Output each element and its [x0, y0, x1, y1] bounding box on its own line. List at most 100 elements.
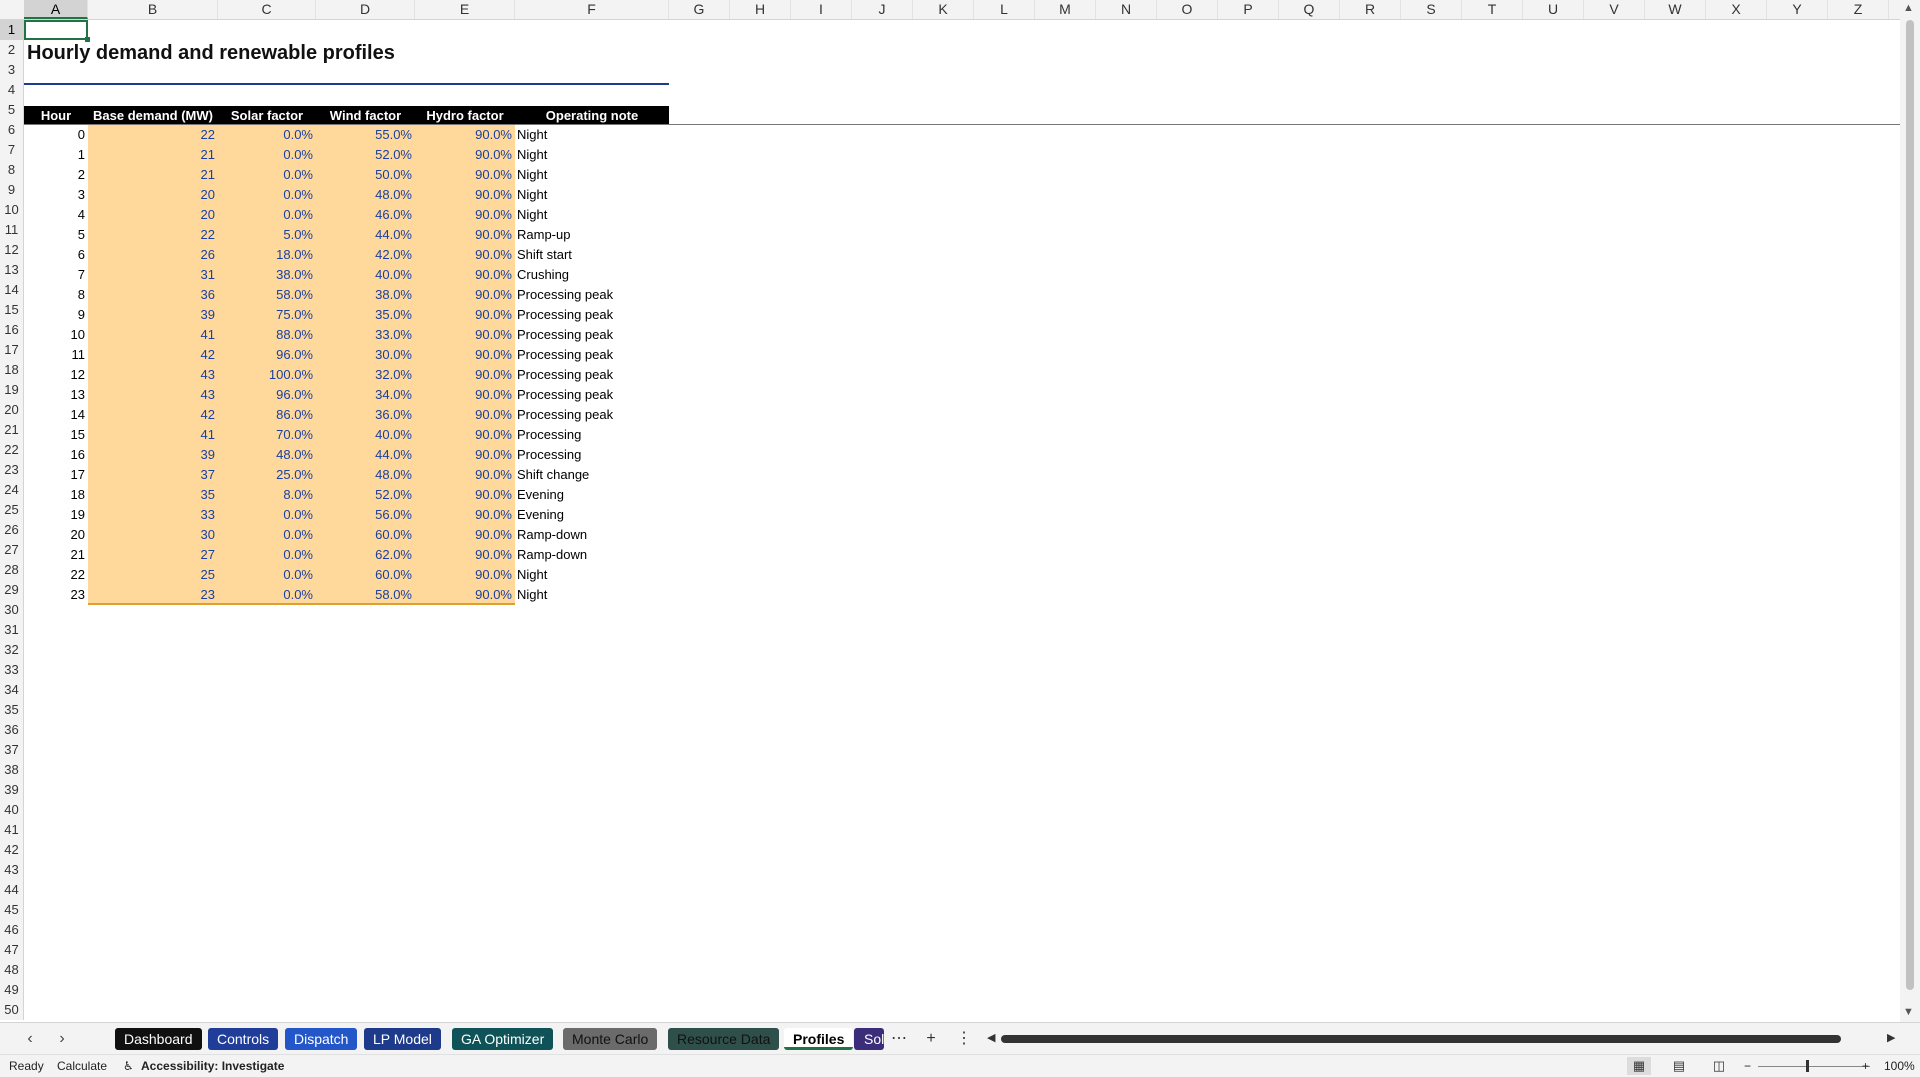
- cell-hydro[interactable]: 90.0%: [415, 565, 512, 585]
- cell-demand[interactable]: 25: [88, 565, 215, 585]
- cell-note[interactable]: Evening: [517, 505, 669, 525]
- plus-icon[interactable]: +: [920, 1028, 942, 1050]
- column-header-r[interactable]: R: [1340, 0, 1401, 19]
- cell-wind[interactable]: 44.0%: [316, 225, 412, 245]
- cell-hour[interactable]: 2: [24, 165, 85, 185]
- worksheet-grid[interactable]: Hourly demand and renewable profiles Hou…: [24, 20, 1900, 1020]
- cell-wind[interactable]: 62.0%: [316, 545, 412, 565]
- cell-solar[interactable]: 88.0%: [218, 325, 313, 345]
- row-header-44[interactable]: 44: [0, 880, 23, 900]
- column-header-m[interactable]: M: [1035, 0, 1096, 19]
- cell-hour[interactable]: 8: [24, 285, 85, 305]
- cell-solar[interactable]: 38.0%: [218, 265, 313, 285]
- cell-hydro[interactable]: 90.0%: [415, 125, 512, 145]
- cell-demand[interactable]: 36: [88, 285, 215, 305]
- row-header-29[interactable]: 29: [0, 580, 23, 600]
- cell-wind[interactable]: 36.0%: [316, 405, 412, 425]
- row-header-47[interactable]: 47: [0, 940, 23, 960]
- cell-hydro[interactable]: 90.0%: [415, 465, 512, 485]
- cell-hour[interactable]: 1: [24, 145, 85, 165]
- cell-hour[interactable]: 13: [24, 385, 85, 405]
- scroll-down-icon[interactable]: ▼: [1903, 1006, 1914, 1018]
- cell-hour[interactable]: 15: [24, 425, 85, 445]
- cell-solar[interactable]: 48.0%: [218, 445, 313, 465]
- selected-cell-a1[interactable]: [24, 20, 90, 42]
- zoom-slider[interactable]: [1758, 1066, 1870, 1067]
- column-header-d[interactable]: D: [316, 0, 415, 19]
- ellipsis-icon[interactable]: ⋯: [888, 1028, 910, 1050]
- cell-demand[interactable]: 43: [88, 385, 215, 405]
- header-wind-factor[interactable]: Wind factor: [316, 106, 415, 125]
- sheet-tab-resource-data[interactable]: Resource Data: [668, 1028, 780, 1050]
- cell-note[interactable]: Shift change: [517, 465, 669, 485]
- cell-demand[interactable]: 39: [88, 445, 215, 465]
- chevron-left-icon[interactable]: ‹: [20, 1029, 40, 1049]
- column-header-s[interactable]: S: [1401, 0, 1462, 19]
- column-header-q[interactable]: Q: [1279, 0, 1340, 19]
- cell-hydro[interactable]: 90.0%: [415, 485, 512, 505]
- cell-hour[interactable]: 9: [24, 305, 85, 325]
- row-header-50[interactable]: 50: [0, 1000, 23, 1020]
- vertical-dots-icon[interactable]: ⋮: [953, 1028, 975, 1050]
- cell-note[interactable]: Processing peak: [517, 405, 669, 425]
- row-header-27[interactable]: 27: [0, 540, 23, 560]
- cell-hydro[interactable]: 90.0%: [415, 185, 512, 205]
- row-header-36[interactable]: 36: [0, 720, 23, 740]
- cell-solar[interactable]: 100.0%: [218, 365, 313, 385]
- row-header-6[interactable]: 6: [0, 120, 23, 140]
- cell-note[interactable]: Evening: [517, 485, 669, 505]
- vertical-scrollbar[interactable]: ▲ ▼: [1900, 0, 1920, 1022]
- column-header-f[interactable]: F: [515, 0, 669, 19]
- row-header-35[interactable]: 35: [0, 700, 23, 720]
- column-header-i[interactable]: I: [791, 0, 852, 19]
- row-header-26[interactable]: 26: [0, 520, 23, 540]
- column-header-o[interactable]: O: [1157, 0, 1218, 19]
- cell-hydro[interactable]: 90.0%: [415, 265, 512, 285]
- column-header-c[interactable]: C: [218, 0, 316, 19]
- cell-note[interactable]: Processing peak: [517, 325, 669, 345]
- cell-hour[interactable]: 12: [24, 365, 85, 385]
- cell-demand[interactable]: 39: [88, 305, 215, 325]
- column-header-j[interactable]: J: [852, 0, 913, 19]
- cell-wind[interactable]: 40.0%: [316, 425, 412, 445]
- sheet-tab-monte-carlo[interactable]: Monte Carlo: [563, 1028, 658, 1050]
- page-layout-view-icon[interactable]: ▤: [1667, 1057, 1691, 1075]
- cell-demand[interactable]: 20: [88, 185, 215, 205]
- row-header-15[interactable]: 15: [0, 300, 23, 320]
- row-header-48[interactable]: 48: [0, 960, 23, 980]
- cell-solar[interactable]: 0.0%: [218, 585, 313, 605]
- cell-demand[interactable]: 22: [88, 225, 215, 245]
- cell-wind[interactable]: 32.0%: [316, 365, 412, 385]
- cell-demand[interactable]: 42: [88, 345, 215, 365]
- column-header-h[interactable]: H: [730, 0, 791, 19]
- cell-demand[interactable]: 20: [88, 205, 215, 225]
- cell-hour[interactable]: 20: [24, 525, 85, 545]
- cell-solar[interactable]: 96.0%: [218, 345, 313, 365]
- cell-solar[interactable]: 8.0%: [218, 485, 313, 505]
- header-solar-factor[interactable]: Solar factor: [218, 106, 316, 125]
- horizontal-scrollbar[interactable]: ◀ ▶: [987, 1031, 1895, 1045]
- column-header-l[interactable]: L: [974, 0, 1035, 19]
- chevron-right-icon[interactable]: ›: [52, 1029, 72, 1049]
- sheet-tab-controls[interactable]: Controls: [208, 1028, 279, 1050]
- cell-hydro[interactable]: 90.0%: [415, 325, 512, 345]
- cell-note[interactable]: Night: [517, 145, 669, 165]
- column-header-a[interactable]: A: [24, 0, 88, 19]
- column-header-b[interactable]: B: [88, 0, 218, 19]
- page-break-view-icon[interactable]: ◫: [1707, 1057, 1731, 1075]
- cell-note[interactable]: Ramp-down: [517, 525, 669, 545]
- column-header-z[interactable]: Z: [1828, 0, 1889, 19]
- scroll-left-icon[interactable]: ◀: [987, 1031, 995, 1044]
- row-header-28[interactable]: 28: [0, 560, 23, 580]
- cell-hydro[interactable]: 90.0%: [415, 305, 512, 325]
- horizontal-scroll-thumb[interactable]: [1001, 1035, 1841, 1043]
- column-header-k[interactable]: K: [913, 0, 974, 19]
- cell-hour[interactable]: 14: [24, 405, 85, 425]
- row-header-1[interactable]: 1: [0, 20, 23, 40]
- accessibility-status[interactable]: Accessibility: Investigate: [141, 1058, 284, 1074]
- zoom-in-icon[interactable]: +: [1862, 1058, 1869, 1074]
- cell-wind[interactable]: 58.0%: [316, 585, 412, 605]
- cell-note[interactable]: Processing: [517, 445, 669, 465]
- cell-wind[interactable]: 46.0%: [316, 205, 412, 225]
- cell-note[interactable]: Night: [517, 205, 669, 225]
